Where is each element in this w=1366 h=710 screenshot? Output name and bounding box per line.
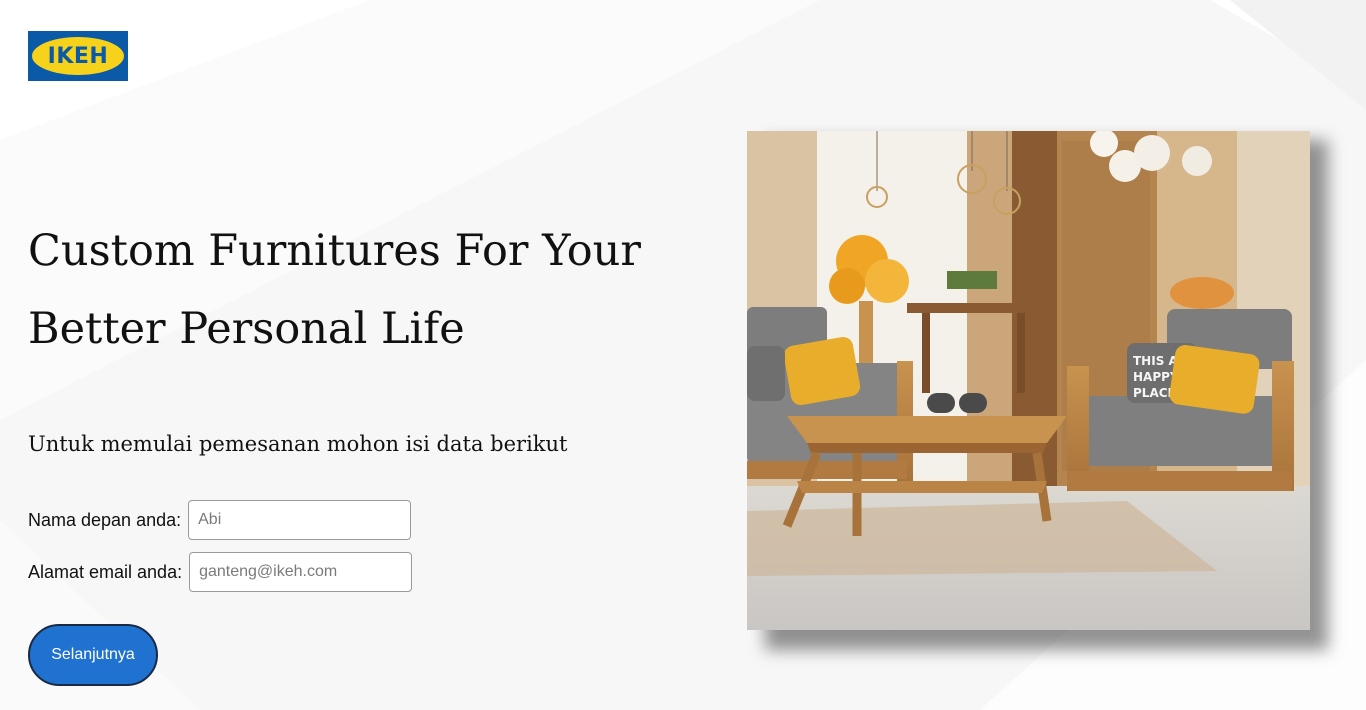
email-label: Alamat email anda:	[28, 561, 183, 582]
furniture-photo: THIS A HAPPY PLACE	[747, 131, 1310, 630]
email-input[interactable]	[189, 552, 413, 592]
hero-headline: Custom Furnitures For Your Better Person…	[28, 212, 688, 368]
headline-line-1: Custom Furnitures For Your	[28, 226, 641, 276]
svg-text:THIS A: THIS A	[1133, 354, 1179, 368]
headline-line-2: Better Personal Life	[28, 304, 465, 354]
furniture-photo-illustration: THIS A HAPPY PLACE	[747, 131, 1310, 630]
first-name-label: Nama depan anda:	[28, 509, 182, 530]
svg-text:PLACE: PLACE	[1133, 386, 1176, 400]
form-subtitle: Untuk memulai pemesanan mohon isi data b…	[28, 432, 568, 456]
next-button[interactable]: Selanjutnya	[28, 624, 158, 686]
first-name-input[interactable]	[188, 500, 412, 540]
logo-text: IKEH	[47, 43, 109, 69]
first-name-row: Nama depan anda:	[28, 500, 412, 540]
email-row: Alamat email anda:	[28, 552, 413, 592]
ikeh-logo[interactable]: IKEH	[28, 31, 128, 81]
logo-oval: IKEH	[32, 37, 124, 75]
